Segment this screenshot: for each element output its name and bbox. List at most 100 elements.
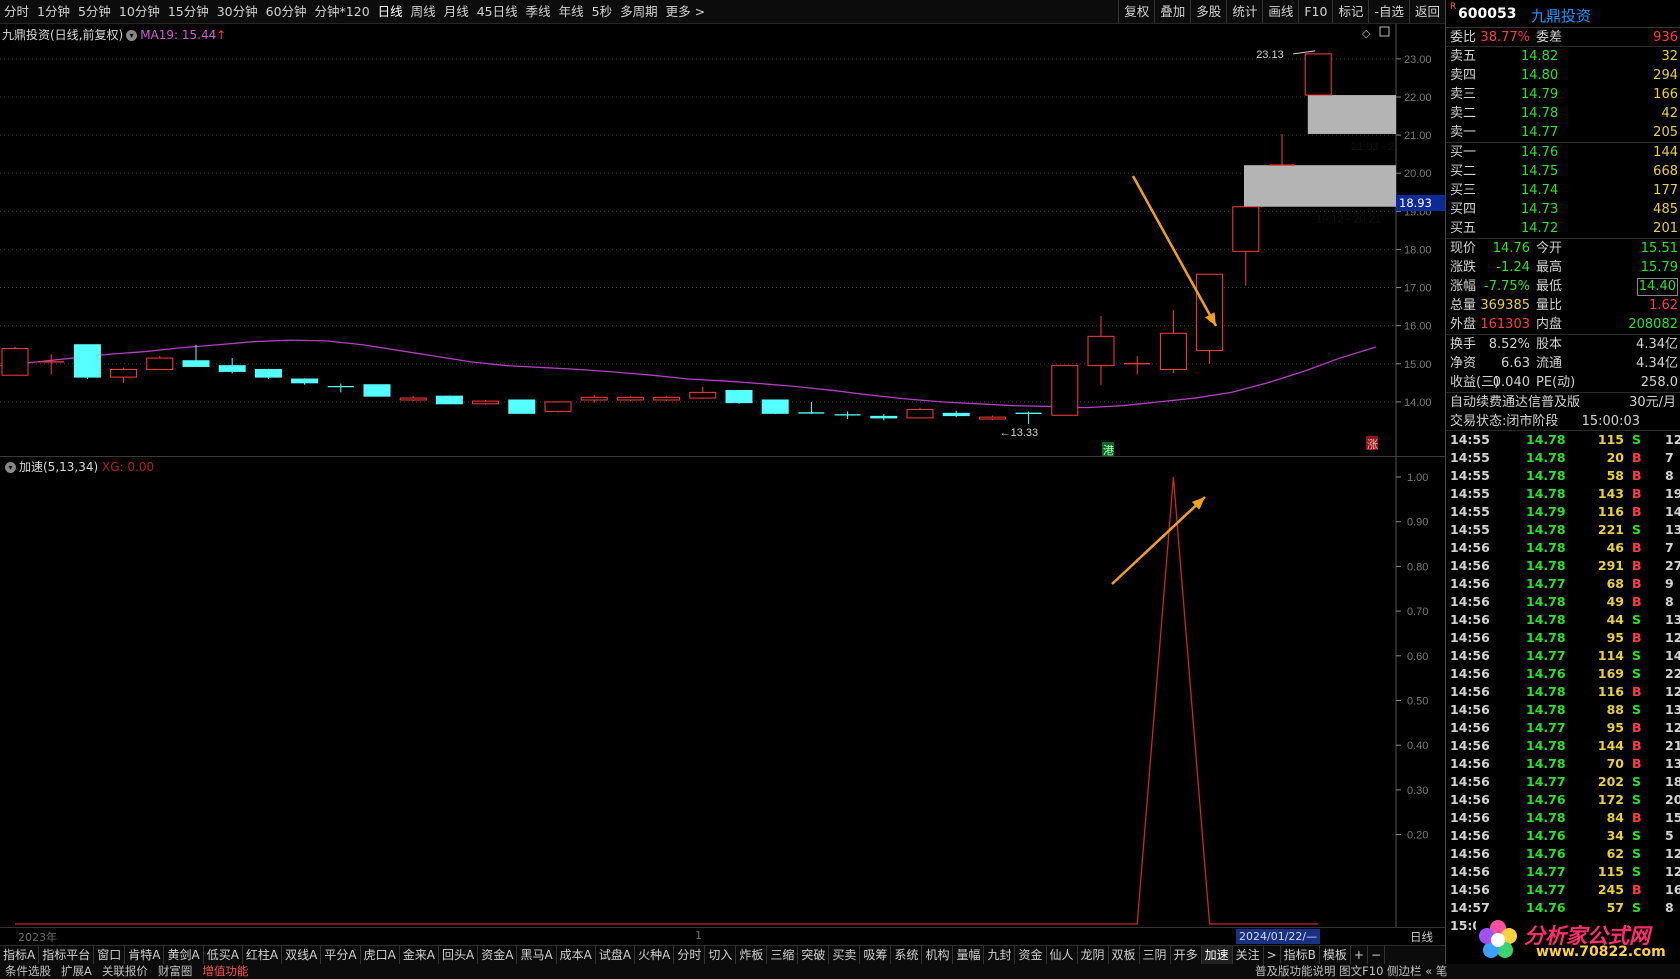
indicator-tab[interactable]: 加速	[1201, 946, 1233, 964]
indicator-tab[interactable]: −	[1368, 946, 1386, 964]
order-book-row[interactable]: 卖二 14.78 42	[1446, 104, 1680, 123]
flower-logo-icon	[1479, 920, 1517, 958]
indicator-tab[interactable]: 低买A	[204, 946, 243, 964]
indicator-tab[interactable]: 炸板	[736, 946, 768, 964]
indicator-tab[interactable]: 指标平台	[39, 946, 95, 964]
period-tab[interactable]: 多周期	[616, 0, 662, 23]
indicator-tab[interactable]: 关注	[1233, 946, 1264, 964]
period-label[interactable]: 日线	[1410, 929, 1433, 945]
candlestick-chart[interactable]: 23.00 22.00 21.00 20.00 19.00 18.00 17.00 16.00…	[0, 24, 1445, 457]
order-book-row[interactable]: 买一 14.76 144	[1446, 143, 1680, 162]
period-tab[interactable]: 60分钟	[262, 0, 311, 23]
indicator-tab[interactable]: 开多	[1171, 946, 1202, 964]
settings-circle-icon[interactable]: ▾	[126, 30, 138, 41]
indicator-tab[interactable]: 仙人	[1047, 946, 1078, 964]
indicator-tab[interactable]: 指标A	[0, 946, 40, 964]
indicator-tab[interactable]: 九封	[984, 946, 1016, 964]
indicator-tab[interactable]: 分时	[674, 946, 706, 964]
indicator-tab[interactable]: 双板	[1109, 946, 1140, 964]
indicator-tab[interactable]: 指标B	[1281, 946, 1320, 964]
order-book-row[interactable]: 卖四 14.80 294	[1446, 66, 1680, 85]
renew-row[interactable]: 自动续费通达信普及版 30元/月	[1446, 393, 1680, 412]
period-tab[interactable]: 分钟*120	[311, 0, 374, 23]
status-item[interactable]: 条件选股	[0, 964, 56, 979]
indicator-tab[interactable]: 量幅	[953, 946, 985, 964]
indicator-tab[interactable]: 资金A	[478, 946, 518, 964]
stock-code[interactable]: 600053	[1458, 6, 1516, 22]
indicator-tab[interactable]: >	[1264, 946, 1281, 964]
period-tab[interactable]: 5分钟	[74, 0, 115, 23]
indicator-tab[interactable]: 突破	[798, 946, 830, 964]
tool-button[interactable]: 画线	[1262, 0, 1298, 23]
indicator-tab[interactable]: 黄剑A	[164, 946, 204, 964]
indicator-tab[interactable]: 切入	[705, 946, 737, 964]
status-item[interactable]: 扩展A	[56, 964, 97, 979]
tool-button[interactable]: 叠加	[1154, 0, 1190, 23]
tool-button[interactable]: 多股	[1190, 0, 1226, 23]
indicator-tab[interactable]: 机构	[922, 946, 954, 964]
period-tab[interactable]: 周线	[407, 0, 440, 23]
indicator-tab[interactable]: 模板	[1320, 946, 1351, 964]
tool-button[interactable]: -自选	[1368, 0, 1409, 23]
candle-body	[942, 412, 970, 417]
order-book-row[interactable]: 卖一 14.77 205	[1446, 123, 1680, 142]
indicator-tab[interactable]: 吸筹	[860, 946, 892, 964]
indicator-tab[interactable]: 试盘A	[596, 946, 636, 964]
status-item[interactable]: 增值功能	[197, 964, 253, 979]
indicator-tab[interactable]: 三缩	[767, 946, 799, 964]
indicator-tab[interactable]: 买卖	[829, 946, 861, 964]
tool-button[interactable]: 统计	[1226, 0, 1262, 23]
indicator-tab[interactable]: +	[1351, 946, 1368, 964]
indicator-tab[interactable]: 红柱A	[243, 946, 283, 964]
indicator-tab[interactable]: 双线A	[282, 946, 322, 964]
tick-count: 9	[1665, 576, 1674, 591]
y-tick-label: 15.00	[1404, 359, 1432, 371]
period-tab[interactable]: 45日线	[473, 0, 522, 23]
indicator-tab[interactable]: 三阴	[1140, 946, 1171, 964]
tool-button[interactable]: 返回	[1408, 0, 1445, 23]
order-book-row[interactable]: 买二 14.75 668	[1446, 162, 1680, 181]
period-tab[interactable]: 15分钟	[164, 0, 213, 23]
period-tab[interactable]: 月线	[440, 0, 473, 23]
indicator-tab[interactable]: 肯特A	[125, 946, 165, 964]
candle-body	[653, 396, 681, 401]
tick-volume: 58	[1606, 468, 1624, 483]
indicator-chart[interactable]: 1.00 0.90 0.80 0.70 0.60 0.50 0.40 0.30 0.20 ▾ 加速…	[0, 457, 1445, 927]
tool-button[interactable]: 标记	[1332, 0, 1368, 23]
period-tab[interactable]: 10分钟	[115, 0, 164, 23]
order-book-row[interactable]: 买三 14.74 177	[1446, 181, 1680, 200]
stock-name[interactable]: 九鼎投资	[1531, 5, 1591, 26]
indicator-tab[interactable]: 火种A	[635, 946, 675, 964]
status-right[interactable]: 普及版功能说明 图文F10 侧边栏 « 笔	[1255, 964, 1447, 979]
status-item[interactable]: 关联报价	[97, 964, 153, 979]
period-tab[interactable]: 更多 >	[662, 0, 709, 23]
tick-volume: 70	[1606, 756, 1624, 771]
watermark-logo: 分析家公式网 www.70822.com	[1476, 918, 1680, 962]
indicator-tab[interactable]: 平分A	[321, 946, 361, 964]
period-tab[interactable]: 5秒	[588, 0, 616, 23]
tool-button[interactable]: 复权	[1118, 0, 1154, 23]
tick-list[interactable]: 14:55 14.78 115 S 12 14:55 14.78 20 B 7 14:55 14.78…	[1446, 431, 1680, 935]
indicator-tab[interactable]: 虎口A	[361, 946, 400, 964]
period-tab[interactable]: 日线	[374, 0, 407, 23]
indicator-tab[interactable]: 资金	[1015, 946, 1047, 964]
order-book-row[interactable]: 卖三 14.79 166	[1446, 85, 1680, 104]
period-tab[interactable]: 季线	[522, 0, 555, 23]
period-tab[interactable]: 1分钟	[33, 0, 74, 23]
indicator-circle-icon[interactable]: ▾	[5, 462, 16, 473]
order-book-row[interactable]: 买五 14.72 201	[1446, 219, 1680, 238]
tool-button[interactable]: F10	[1298, 0, 1332, 23]
order-book-row[interactable]: 卖五 14.82 32	[1446, 47, 1680, 66]
indicator-tab[interactable]: 窗口	[94, 946, 126, 964]
indicator-tab[interactable]: 龙阴	[1078, 946, 1109, 964]
indicator-tab[interactable]: 系统	[891, 946, 923, 964]
indicator-tab[interactable]: 回头A	[439, 946, 479, 964]
period-tab[interactable]: 30分钟	[213, 0, 262, 23]
indicator-tab[interactable]: 金来A	[400, 946, 439, 964]
period-tab[interactable]: 分时	[0, 0, 33, 23]
period-tab[interactable]: 年线	[555, 0, 588, 23]
status-item[interactable]: 财富圈	[153, 964, 198, 979]
indicator-tab[interactable]: 黑马A	[517, 946, 557, 964]
order-book-row[interactable]: 买四 14.73 485	[1446, 200, 1680, 219]
indicator-tab[interactable]: 成本A	[557, 946, 596, 964]
